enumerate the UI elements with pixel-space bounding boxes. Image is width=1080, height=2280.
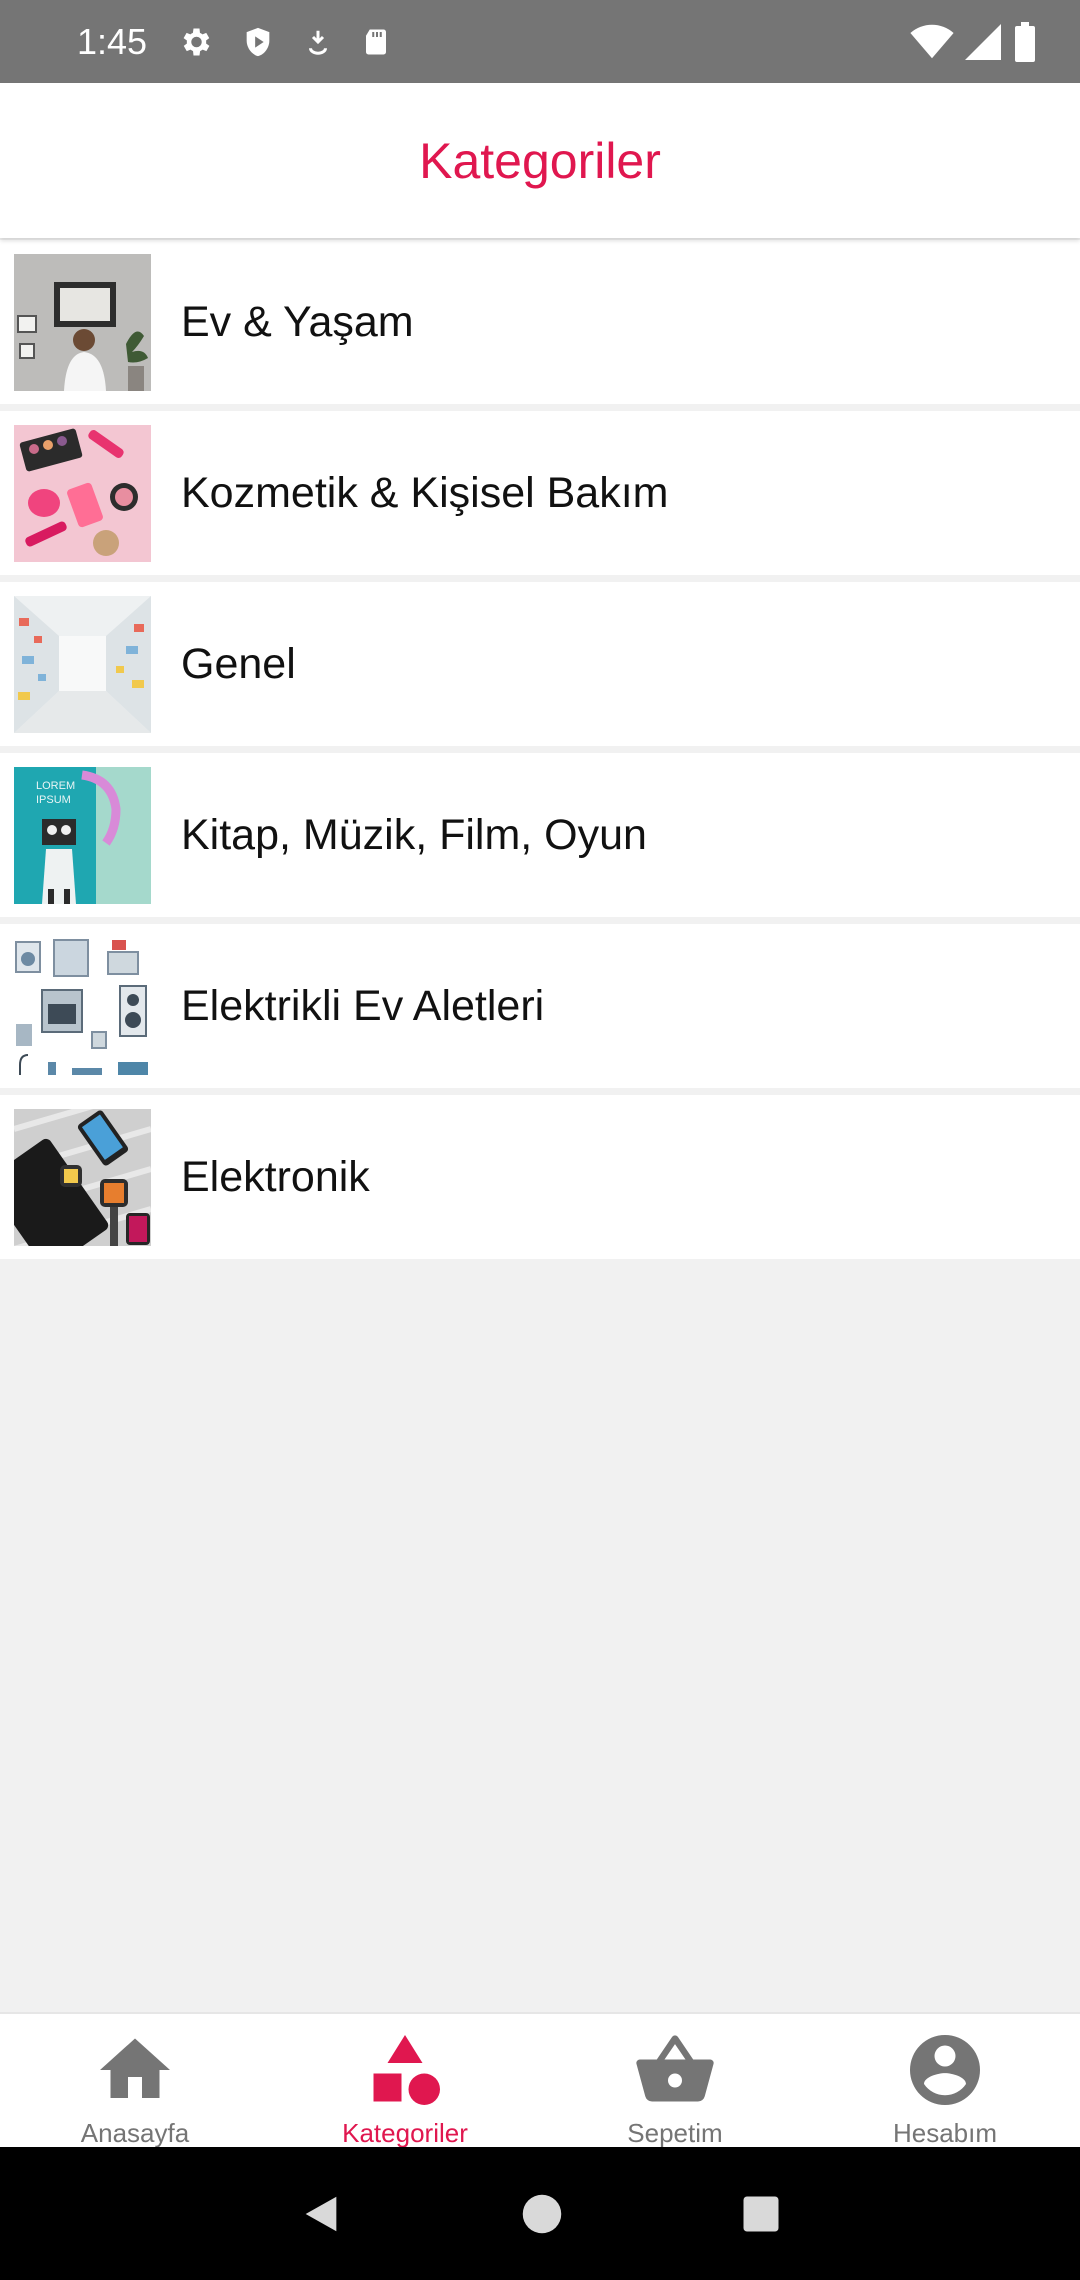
- recents-icon[interactable]: [740, 2193, 782, 2235]
- category-label: Genel: [181, 639, 296, 688]
- category-item-kozmetik[interactable]: Kozmetik & Kişisel Bakım: [0, 411, 1080, 575]
- category-label: Ev & Yaşam: [181, 297, 414, 346]
- back-icon[interactable]: [298, 2191, 344, 2237]
- electronics-image: [14, 1108, 151, 1246]
- tab-kategoriler[interactable]: Kategoriler: [270, 2014, 540, 2148]
- account-icon: [903, 2028, 987, 2112]
- home-icon: [93, 2028, 177, 2112]
- category-label: Elektronik: [181, 1152, 370, 1201]
- category-item-genel[interactable]: Genel: [0, 582, 1080, 746]
- svg-text:LOREM: LOREM: [36, 780, 75, 792]
- category-label: Kitap, Müzik, Film, Oyun: [181, 810, 647, 859]
- bottom-nav: Anasayfa Kategoriler Sepetim Hesabım: [0, 2012, 1080, 2148]
- category-label: Elektrikli Ev Aletleri: [181, 981, 545, 1030]
- status-time: 1:45: [77, 20, 148, 62]
- book-music-image: LOREM IPSUM: [14, 766, 151, 904]
- appliances-image: [14, 937, 151, 1075]
- category-item-elektrikli[interactable]: Elektrikli Ev Aletleri: [0, 924, 1080, 1088]
- sd-card-icon: [366, 29, 387, 54]
- signal-icon: [965, 23, 1001, 60]
- download-icon: [309, 30, 328, 55]
- status-icons-left: [177, 24, 391, 60]
- tab-label: Kategoriler: [342, 2118, 468, 2148]
- cosmetics-image: [14, 424, 151, 562]
- system-nav-bar: [0, 2147, 1080, 2280]
- settings-icon: [183, 28, 210, 55]
- tab-label: Anasayfa: [80, 2118, 190, 2148]
- tab-sepetim[interactable]: Sepetim: [540, 2014, 810, 2148]
- tab-hesabim[interactable]: Hesabım: [810, 2014, 1080, 2148]
- shapes-icon: [363, 2028, 447, 2112]
- category-item-ev-yasam[interactable]: Ev & Yaşam: [0, 240, 1080, 404]
- category-label: Kozmetik & Kişisel Bakım: [181, 468, 669, 517]
- tab-anasayfa[interactable]: Anasayfa: [0, 2014, 270, 2148]
- category-item-elektronik[interactable]: Elektronik: [0, 1095, 1080, 1259]
- category-list: Ev & Yaşam Kozmetik & Kişisel Bakım Gene…: [0, 240, 1080, 1266]
- category-item-kitap[interactable]: LOREM IPSUM Kitap, Müzik, Film, Oyun: [0, 753, 1080, 917]
- home-living-image: [14, 253, 151, 391]
- home-circle-icon[interactable]: [521, 2193, 563, 2235]
- tab-label: Sepetim: [627, 2118, 723, 2148]
- wifi-icon: [910, 24, 954, 58]
- page-title: Kategoriler: [419, 132, 661, 189]
- svg-text:IPSUM: IPSUM: [36, 794, 71, 806]
- app-header: Kategoriler: [0, 83, 1080, 238]
- battery-icon: [1015, 21, 1035, 62]
- status-icons-right: [910, 21, 1038, 62]
- shield-play-icon: [246, 27, 270, 56]
- tab-label: Hesabım: [892, 2118, 998, 2148]
- status-bar: 1:45: [0, 0, 1080, 83]
- basket-icon: [633, 2028, 717, 2112]
- store-aisle-image: [14, 595, 151, 733]
